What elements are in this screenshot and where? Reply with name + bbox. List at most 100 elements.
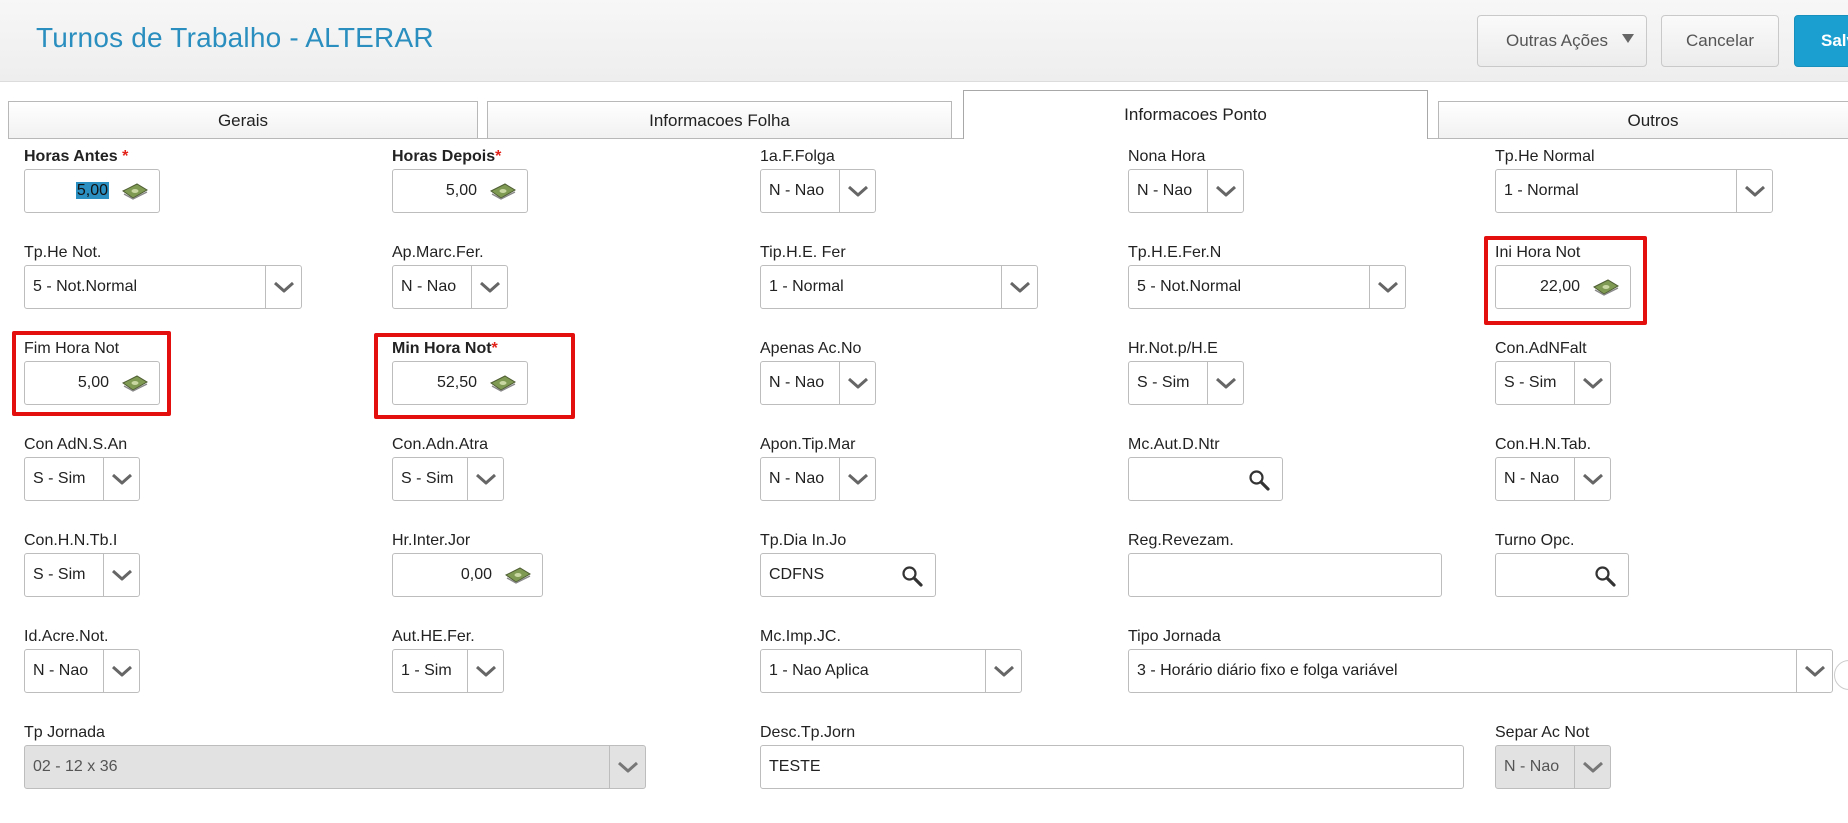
- tab-informacoes-folha[interactable]: Informacoes Folha: [487, 101, 952, 139]
- chevron-down-icon[interactable]: [839, 458, 875, 500]
- chevron-down-icon[interactable]: [1207, 170, 1243, 212]
- turno-opc-field[interactable]: [1495, 553, 1629, 597]
- page-title: Turnos de Trabalho - ALTERAR: [36, 22, 434, 53]
- apenas-ac-no-value: N - Nao: [769, 374, 825, 391]
- chevron-down-icon[interactable]: [839, 362, 875, 404]
- horas-depois-field[interactable]: 5,00: [392, 169, 528, 213]
- id-acre-not-value: N - Nao: [33, 662, 89, 679]
- tp-he-not-select[interactable]: 5 - Not.Normal: [24, 265, 302, 309]
- ap-marc-fer-select[interactable]: N - Nao: [392, 265, 508, 309]
- tab-label: Outros: [1627, 110, 1679, 130]
- chevron-down-icon[interactable]: [609, 746, 645, 788]
- tp-jornada-select[interactable]: 02 - 12 x 36: [24, 745, 646, 789]
- chevron-down-icon[interactable]: [471, 266, 507, 308]
- con-adn-s-an-select[interactable]: S - Sim: [24, 457, 140, 501]
- chevron-down-icon[interactable]: [1574, 746, 1610, 788]
- desc-tp-jorn-value: TESTE: [769, 758, 821, 775]
- folga-select[interactable]: N - Nao: [760, 169, 876, 213]
- horas-antes-field[interactable]: 5,00: [24, 169, 160, 213]
- chevron-down-icon[interactable]: [467, 458, 503, 500]
- chevron-down-icon[interactable]: [1001, 266, 1037, 308]
- chevron-down-icon[interactable]: [1796, 650, 1832, 692]
- tab-outros[interactable]: Outros: [1438, 101, 1848, 139]
- chevron-down-icon[interactable]: [467, 650, 503, 692]
- fim-hora-not-value: 5,00: [77, 374, 109, 391]
- reg-revezam-label: Reg.Revezam.: [1128, 532, 1234, 549]
- con-adnfalt-select[interactable]: S - Sim: [1495, 361, 1611, 405]
- con-hn-tab-select[interactable]: N - Nao: [1495, 457, 1611, 501]
- aut-he-fer-value: 1 - Sim: [401, 662, 452, 679]
- tab-label: Informacoes Ponto: [1124, 105, 1267, 124]
- folga-value: N - Nao: [769, 182, 825, 199]
- outras-acoes-button[interactable]: Outras Ações: [1477, 15, 1647, 67]
- chevron-down-icon[interactable]: [1369, 266, 1405, 308]
- tp-jornada-label: Tp Jornada: [24, 724, 105, 741]
- mc-aut-d-ntr-field[interactable]: [1128, 457, 1283, 501]
- ap-marc-fer-label: Ap.Marc.Fer.: [392, 244, 484, 261]
- save-button[interactable]: Salvar: [1794, 15, 1848, 67]
- horas-depois-label: Horas Depois*: [392, 148, 502, 165]
- chevron-down-icon[interactable]: [103, 650, 139, 692]
- search-icon[interactable]: [1248, 469, 1270, 491]
- hr-inter-jor-field[interactable]: 0,00: [392, 553, 543, 597]
- chevron-down-icon[interactable]: [839, 170, 875, 212]
- money-icon[interactable]: [489, 182, 517, 200]
- tp-he-normal-select[interactable]: 1 - Normal: [1495, 169, 1773, 213]
- chevron-down-icon[interactable]: [1736, 170, 1772, 212]
- tip-he-fer-label: Tip.H.E. Fer: [760, 244, 846, 261]
- con-adn-atra-select[interactable]: S - Sim: [392, 457, 504, 501]
- id-acre-not-select[interactable]: N - Nao: [24, 649, 140, 693]
- tab-informacoes-ponto[interactable]: Informacoes Ponto: [963, 90, 1428, 139]
- min-hora-not-field[interactable]: 52,50: [392, 361, 528, 405]
- chevron-down-icon[interactable]: [265, 266, 301, 308]
- reg-revezam-field[interactable]: [1128, 553, 1442, 597]
- con-hn-tb-i-select[interactable]: S - Sim: [24, 553, 140, 597]
- hr-not-p-he-value: S - Sim: [1137, 374, 1190, 391]
- search-icon[interactable]: [901, 565, 923, 587]
- hr-not-p-he-select[interactable]: S - Sim: [1128, 361, 1244, 405]
- horas-antes-value: 5,00: [75, 182, 109, 199]
- tab-label: Gerais: [217, 110, 269, 130]
- min-hora-not-label: Min Hora Not*: [392, 340, 498, 357]
- con-hn-tab-value: N - Nao: [1504, 470, 1560, 487]
- tab-label: Informacoes Folha: [649, 110, 790, 130]
- tipo-jornada-label: Tipo Jornada: [1128, 628, 1221, 645]
- mc-imp-jc-select[interactable]: 1 - Nao Aplica: [760, 649, 1022, 693]
- money-icon[interactable]: [121, 374, 149, 392]
- scroll-handle[interactable]: [1834, 660, 1848, 690]
- apenas-ac-no-select[interactable]: N - Nao: [760, 361, 876, 405]
- tp-he-fer-n-label: Tp.H.E.Fer.N: [1128, 244, 1222, 261]
- money-icon[interactable]: [121, 182, 149, 200]
- cancel-button[interactable]: Cancelar: [1661, 15, 1779, 67]
- separ-ac-not-select[interactable]: N - Nao: [1495, 745, 1611, 789]
- fim-hora-not-field[interactable]: 5,00: [24, 361, 160, 405]
- apenas-ac-no-label: Apenas Ac.No: [760, 340, 862, 357]
- tab-bar: Gerais Informacoes Folha Informacoes Pon…: [0, 90, 1848, 139]
- money-icon[interactable]: [489, 374, 517, 392]
- tipo-jornada-select[interactable]: 3 - Horário diário fixo e folga variável: [1128, 649, 1833, 693]
- con-adn-s-an-label: Con AdN.S.An: [24, 436, 128, 453]
- tip-he-fer-select[interactable]: 1 - Normal: [760, 265, 1038, 309]
- tp-he-fer-n-select[interactable]: 5 - Not.Normal: [1128, 265, 1406, 309]
- apon-tip-mar-select[interactable]: N - Nao: [760, 457, 876, 501]
- separ-ac-not-value: N - Nao: [1504, 758, 1560, 775]
- con-hn-tb-i-value: S - Sim: [33, 566, 86, 583]
- money-icon[interactable]: [504, 566, 532, 584]
- turno-opc-label: Turno Opc.: [1495, 532, 1575, 549]
- tp-dia-in-jo-field[interactable]: CDFNS: [760, 553, 936, 597]
- aut-he-fer-select[interactable]: 1 - Sim: [392, 649, 504, 693]
- chevron-down-icon[interactable]: [103, 554, 139, 596]
- money-icon[interactable]: [1592, 278, 1620, 296]
- chevron-down-icon[interactable]: [1574, 458, 1610, 500]
- nona-hora-select[interactable]: N - Nao: [1128, 169, 1244, 213]
- desc-tp-jorn-field[interactable]: TESTE: [760, 745, 1464, 789]
- ini-hora-not-field[interactable]: 22,00: [1495, 265, 1631, 309]
- horas-depois-value: 5,00: [445, 182, 477, 199]
- chevron-down-icon[interactable]: [103, 458, 139, 500]
- tab-gerais[interactable]: Gerais: [8, 101, 478, 139]
- chevron-down-icon[interactable]: [985, 650, 1021, 692]
- chevron-down-icon[interactable]: [1574, 362, 1610, 404]
- search-icon[interactable]: [1594, 565, 1616, 587]
- chevron-down-icon[interactable]: [1207, 362, 1243, 404]
- tp-he-fer-n-value: 5 - Not.Normal: [1137, 278, 1242, 295]
